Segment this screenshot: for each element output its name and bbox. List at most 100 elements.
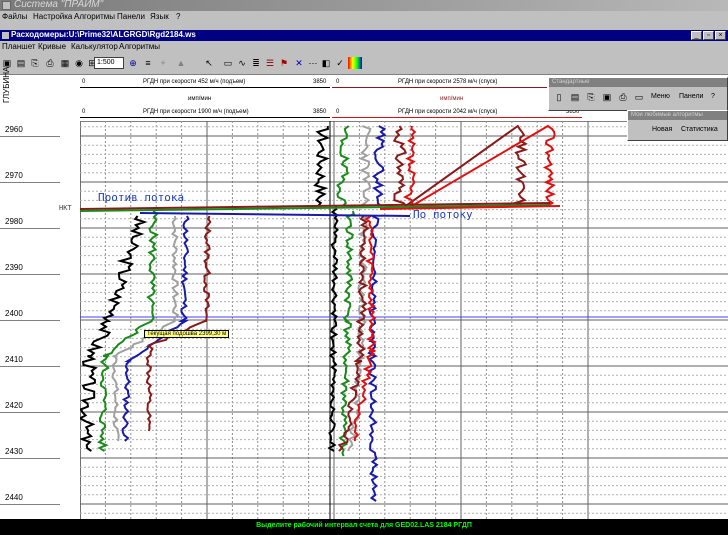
track2-bottom-label: РГДН при скорости 2042 м/ч (спуск) <box>398 109 498 115</box>
close-button[interactable]: × <box>715 31 726 40</box>
against-flow-label: Против потока <box>98 191 185 204</box>
open-icon[interactable]: ▤ <box>569 91 581 103</box>
plot-grid <box>80 121 728 519</box>
status-text: Выделите рабочий интервал счета для GED0… <box>256 522 472 529</box>
zoom-in-icon[interactable]: ⊕ <box>127 57 139 69</box>
flow-jump <box>139 212 411 217</box>
maximize-button[interactable]: ▫ <box>703 31 714 40</box>
menubar-gap <box>0 23 728 30</box>
curve-red-2042 <box>402 124 556 209</box>
nkt-label: НКТ <box>59 204 72 212</box>
lines-icon[interactable]: ≣ <box>250 57 262 69</box>
document-title: Расходомеры:U:\Prime32\ALGRGD\Rgd2184.ws <box>11 30 196 39</box>
save-icon[interactable]: ▣ <box>601 91 613 103</box>
track1-bottom-line <box>80 117 330 118</box>
track1-unit: имп/мин <box>188 96 212 102</box>
curve-blue-2042 <box>371 125 387 207</box>
current-base-tooltip: Текущая подошва 2399,30 м <box>144 330 230 338</box>
view-icon[interactable]: ◉ <box>73 57 85 69</box>
menu-settings[interactable]: Настройка <box>33 12 72 21</box>
up-icon[interactable]: ▲ <box>175 57 187 69</box>
standard-panel: Стандартные ▯ ▤ ⎘ ▣ ⎙ ▭ Меню Панели ? <box>548 77 728 111</box>
curve-gray-452 <box>111 215 180 442</box>
track1-bottom-max: 3850 <box>313 109 327 115</box>
statistics-button[interactable]: Статистика <box>681 126 718 133</box>
main-menubar: Файлы Настройка Алгоритмы Панели Язык ? <box>0 11 728 23</box>
align-icon[interactable]: ≡ <box>142 57 154 69</box>
preview-icon[interactable]: ▭ <box>633 91 645 103</box>
depth-label: 2390 <box>5 263 23 272</box>
track1-top-line <box>80 87 330 88</box>
folder-icon[interactable]: ▤ <box>15 57 27 69</box>
document-title-bar: Расходомеры:U:\Prime32\ALGRGD\Rgd2184.ws… <box>0 30 728 41</box>
print-icon[interactable]: ⎙ <box>44 57 56 69</box>
document-icon <box>2 32 9 39</box>
depth-axis-label: ГЛУБИНА <box>2 66 11 103</box>
select-icon[interactable]: ◧ <box>320 57 332 69</box>
depth-label: 2970 <box>5 171 23 180</box>
track2-top-label: РГДН при скорости 2578 м/ч (спуск) <box>398 79 498 85</box>
cursor-icon[interactable]: ↖ <box>203 57 215 69</box>
depth-label: 2420 <box>5 401 23 410</box>
curve-green-2578-low <box>338 210 356 457</box>
check-icon[interactable]: ✓ <box>334 57 346 69</box>
cross-icon[interactable]: ✕ <box>293 57 305 69</box>
track1-top-label: РГДН при скорости 452 м/ч (подъем) <box>143 79 246 85</box>
status-bar: Выделите рабочий интервал счета для GED0… <box>0 519 728 535</box>
toolbar: ▣ ▤ ⎘ ⎙ ▦ ◉ ⊞ 1:500 ⊕ ≡ ✦ ▲ ↖ ▭ ∿ ≣ ☰ ⚑ … <box>0 54 728 75</box>
panel-menu-button[interactable]: Меню <box>651 93 670 100</box>
depth-label: 2410 <box>5 355 23 364</box>
depth-label: 2980 <box>5 217 23 226</box>
curve-black-2578 <box>313 125 331 207</box>
track2-top-min: 0 <box>336 79 340 85</box>
track2-bottom-line <box>332 117 582 118</box>
app-title-bar: Система "ПРАЙМ" <box>0 0 728 11</box>
curves-icon[interactable]: ∿ <box>236 57 248 69</box>
print-icon[interactable]: ⎙ <box>617 91 629 103</box>
menu-doc-algorithms[interactable]: Алгоритмы <box>119 42 160 51</box>
menu-help[interactable]: ? <box>176 12 180 21</box>
copy-icon[interactable]: ⎘ <box>29 57 41 69</box>
track1-bottom-label: РГДН при скорости 1900 м/ч (подъем) <box>143 109 249 115</box>
dash-icon[interactable]: ⋯ <box>307 57 319 69</box>
menu-panels[interactable]: Панели <box>117 12 145 21</box>
calc-icon[interactable]: ▭ <box>222 57 234 69</box>
depth-label: 2440 <box>5 493 23 502</box>
curve-black-2578-low <box>327 205 339 452</box>
new-algorithm-button[interactable]: Новая <box>652 126 672 133</box>
with-flow-label: По потоку <box>413 208 473 221</box>
panel-panels-button[interactable]: Панели <box>679 93 703 100</box>
color-palette-icon[interactable] <box>348 57 362 69</box>
menu-curves[interactable]: Кривые <box>38 42 66 51</box>
depth-label: 2400 <box>5 309 23 318</box>
depth-label: 2430 <box>5 447 23 456</box>
depth-label: 2960 <box>5 125 23 134</box>
curve-green-2578 <box>336 125 350 207</box>
log-plot[interactable] <box>80 121 728 519</box>
track1-top-max: 3850 <box>313 79 327 85</box>
favorite-algorithms-title: Мои любимые алгоритмы <box>628 111 727 120</box>
track1-bottom-min: 0 <box>82 109 86 115</box>
favorite-algorithms-panel: Мои любимые алгоритмы Новая Статистика <box>627 110 728 141</box>
panel-help-button[interactable]: ? <box>711 93 715 100</box>
minimize-button[interactable]: _ <box>691 31 702 40</box>
menu-files[interactable]: Файлы <box>2 12 27 21</box>
pointer-icon[interactable]: ✦ <box>157 57 169 69</box>
menu-language[interactable]: Язык <box>150 12 169 21</box>
app-icon <box>2 1 11 10</box>
track2-top-line <box>332 87 547 88</box>
stack-icon[interactable]: ☰ <box>264 57 276 69</box>
new-doc-icon[interactable]: ▯ <box>553 91 565 103</box>
curve-gray-2578 <box>358 125 372 207</box>
menu-tablet[interactable]: Планшет <box>2 42 36 51</box>
depth-column: 2960 2970 2980 2390 2400 2410 2420 2430 … <box>0 121 81 519</box>
grid-icon[interactable]: ▦ <box>59 57 71 69</box>
copy-icon[interactable]: ⎘ <box>585 91 597 103</box>
track1-top-min: 0 <box>82 79 86 85</box>
menu-algorithms[interactable]: Алгоритмы <box>74 12 115 21</box>
scale-select[interactable]: 1:500 <box>94 57 124 69</box>
app-title: Система "ПРАЙМ" <box>14 0 104 10</box>
mark-icon[interactable]: ⚑ <box>278 57 290 69</box>
menu-calculator[interactable]: Калькулятор <box>71 42 118 51</box>
standard-panel-title: Стандартные <box>549 78 727 87</box>
